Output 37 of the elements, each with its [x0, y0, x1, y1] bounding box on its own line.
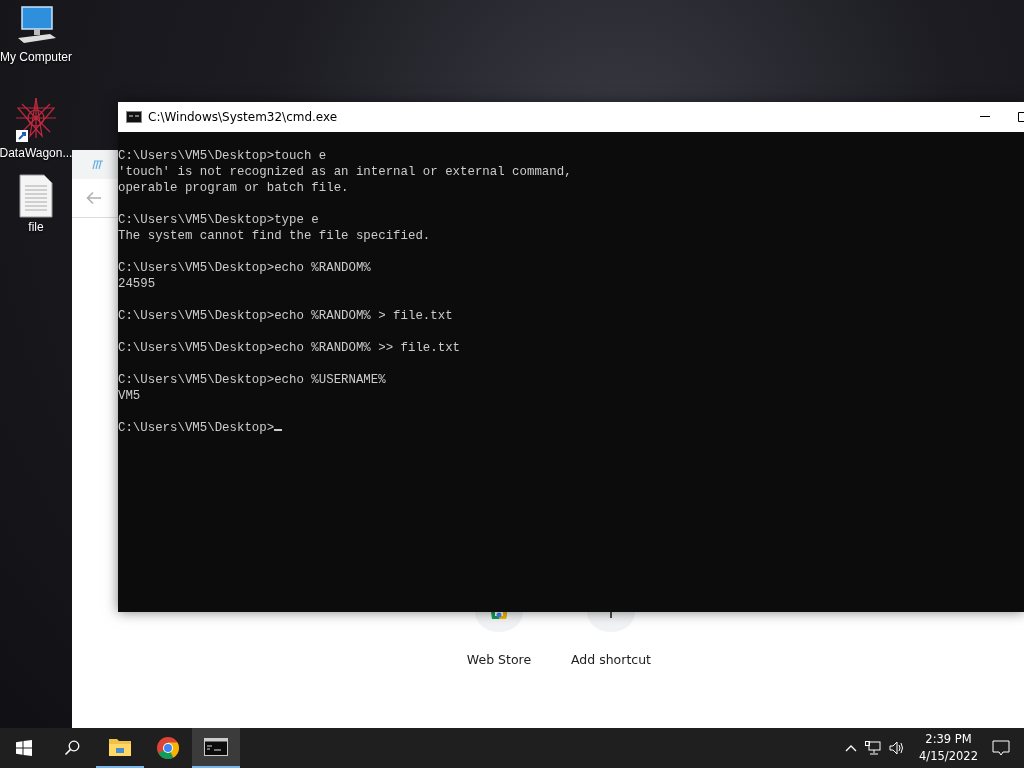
command-line: C:\Users\VM5\Desktop>touch e: [118, 148, 328, 164]
command-line: C:\Users\VM5\Desktop>echo %RANDOM% > file.txt: [118, 308, 454, 324]
command-line: C:\Users\VM5\Desktop>echo %RANDOM% >> file.txt: [118, 340, 462, 356]
command-line: C:\Users\VM5\Desktop>echo %USERNAME%: [118, 372, 387, 388]
shortcut-label[interactable]: Web Store: [466, 652, 532, 667]
taskbar-button[interactable]: [192, 728, 240, 768]
add-shortcut-tile[interactable]: [587, 612, 635, 632]
clock-date: 4/15/2022: [919, 748, 978, 765]
web-store-tile[interactable]: [475, 612, 523, 632]
console-output: VM5: [118, 388, 142, 404]
terminal-icon[interactable]: [204, 738, 228, 756]
command-line: C:\Users\VM5\Desktop>: [118, 420, 1024, 436]
desktop-icon-label[interactable]: My Computer: [0, 50, 72, 64]
notification-icon[interactable]: [992, 740, 1010, 756]
command-line: C:\Users\VM5\Desktop>echo %RANDOM%: [118, 260, 372, 276]
clock[interactable]: 2:39 PM 4/15/2022: [913, 731, 984, 765]
console-output: 'touch' is not recognized as an internal or external command,: [118, 164, 573, 180]
network-icon[interactable]: [865, 741, 882, 755]
browser-logo-icon[interactable]: [156, 736, 180, 760]
windows-logo-icon[interactable]: [16, 740, 32, 756]
speaker-icon[interactable]: [889, 741, 906, 755]
minimize-icon[interactable]: [980, 116, 990, 118]
folder-icon[interactable]: [108, 737, 132, 757]
desktop-icon-label[interactable]: file: [28, 220, 44, 234]
document-icon: [19, 174, 53, 218]
console-output: operable program or batch file.: [118, 180, 350, 196]
maximize-icon[interactable]: [1018, 112, 1024, 122]
console-output: The system cannot find the file specified.: [118, 228, 432, 244]
chevron-up-icon[interactable]: [845, 744, 858, 752]
window-title: C:\Windows\System32\cmd.exe: [148, 110, 339, 124]
console-app-icon: [126, 111, 142, 123]
search-icon[interactable]: [64, 740, 80, 756]
clock-time: 2:39 PM: [925, 731, 972, 748]
shortcut-label[interactable]: Add shortcut: [571, 652, 651, 667]
desktop-icon-label[interactable]: DataWagon...: [0, 146, 73, 160]
command-line: C:\Users\VM5\Desktop>type e: [118, 212, 320, 228]
console-output: 24595: [118, 276, 157, 292]
